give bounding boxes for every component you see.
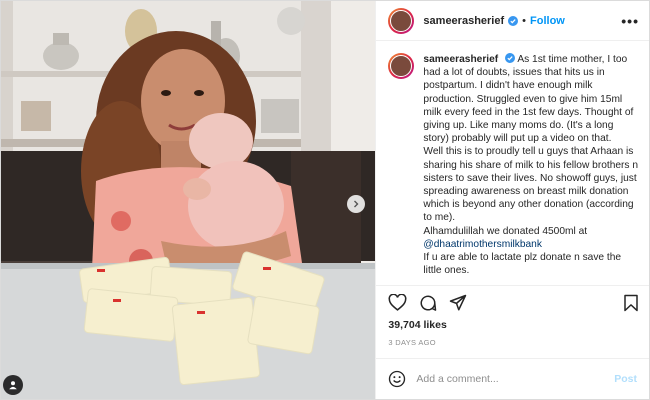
bookmark-icon[interactable] (623, 294, 639, 312)
post-date[interactable]: 3 DAYS AGO (376, 333, 649, 359)
heart-icon[interactable] (388, 294, 407, 311)
post-username[interactable]: sameerasherief (423, 15, 504, 27)
post-comment-button[interactable]: Post (614, 373, 637, 385)
mention-link[interactable]: @dhaatrimothersmilkbank (423, 239, 542, 250)
caption-body: As 1st time mother, I too had a lot of d… (423, 54, 639, 237)
caption-tail: If u are able to lactate plz donate n sa… (423, 252, 622, 277)
post-caption: sameerasherief As 1st time mother, I too… (376, 41, 649, 285)
verified-badge-icon (505, 53, 516, 63)
separator-dot: • (522, 14, 527, 27)
chevron-right-icon (354, 200, 359, 208)
caption-avatar[interactable] (388, 53, 415, 79)
caption-username[interactable]: sameerasherief (423, 54, 498, 65)
avatar[interactable] (388, 7, 415, 34)
instagram-post: sameerasherief • Follow ••• sameerasheri… (0, 0, 650, 400)
comment-bar: Post (376, 359, 649, 399)
follow-button[interactable]: Follow (530, 15, 565, 27)
like-count[interactable]: 39,704 likes (376, 319, 649, 333)
post-header: sameerasherief • Follow ••• (376, 1, 649, 41)
caption-text: sameerasherief As 1st time mother, I too… (423, 53, 639, 285)
post-image[interactable] (1, 1, 376, 399)
next-image-button[interactable] (347, 195, 365, 213)
post-photo (1, 1, 376, 399)
verified-badge-icon (508, 15, 519, 26)
user-tag-icon (9, 381, 17, 390)
more-options-icon[interactable]: ••• (621, 13, 639, 29)
comment-icon[interactable] (419, 294, 437, 312)
action-bar (376, 285, 649, 319)
emoji-icon[interactable] (388, 370, 406, 388)
post-sidebar: sameerasherief • Follow ••• sameerasheri… (375, 1, 649, 399)
comment-input[interactable] (416, 373, 615, 385)
tagged-users-button[interactable] (3, 375, 23, 395)
share-icon[interactable] (449, 294, 467, 312)
